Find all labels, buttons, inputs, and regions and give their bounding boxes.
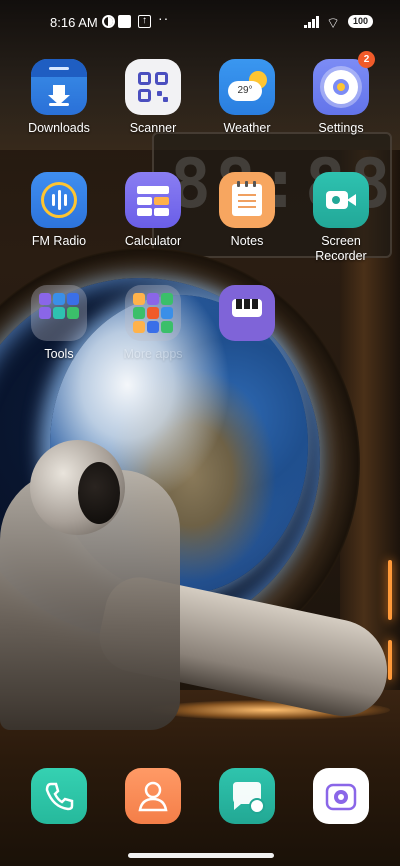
wallpaper-light — [388, 560, 392, 620]
video-camera-icon — [313, 172, 369, 228]
folder-tools[interactable]: Tools — [14, 285, 104, 362]
app-notes[interactable]: Notes — [202, 172, 292, 249]
status-time: 8:16 AM — [50, 15, 98, 30]
app-icon — [219, 285, 275, 341]
app-label: Tools — [44, 347, 74, 361]
camera-icon — [313, 768, 369, 824]
app-label: Scanner — [129, 121, 177, 135]
app-downloads[interactable]: Downloads — [14, 59, 104, 136]
settings-gear-icon: 2 — [313, 51, 375, 115]
app-fm-radio[interactable]: FM Radio — [14, 172, 104, 249]
app-label: Settings — [318, 121, 364, 135]
app-calculator[interactable]: Calculator — [108, 172, 198, 249]
fm-radio-icon — [31, 172, 87, 228]
app-label-line2: Recorder — [315, 249, 367, 263]
app-unlabeled[interactable] — [202, 285, 292, 341]
weather-temperature: 29° — [237, 85, 253, 96]
app-label: FM Radio — [31, 234, 87, 248]
home-indicator[interactable] — [128, 853, 274, 858]
qr-scanner-icon — [125, 59, 181, 115]
downloads-icon — [31, 59, 87, 115]
dock-phone[interactable] — [14, 768, 104, 824]
weather-icon: 29° — [219, 59, 275, 115]
status-bar: 8:16 AM ↑ ·· ⌔ 100 — [0, 0, 400, 44]
upload-icon: ↑ — [138, 15, 151, 28]
dock-contacts[interactable] — [108, 768, 198, 824]
calculator-icon — [125, 172, 181, 228]
battery-icon: 100 — [348, 15, 373, 28]
message-bubble-icon — [219, 768, 275, 824]
app-settings[interactable]: 2 Settings — [296, 51, 386, 136]
wallpaper-light — [388, 640, 392, 680]
app-label: Calculator — [124, 234, 182, 248]
more-notifications-icon: ·· — [158, 10, 170, 26]
folder-more-apps[interactable]: More apps — [108, 285, 198, 362]
do-not-disturb-icon — [102, 15, 115, 28]
dock-camera[interactable] — [296, 768, 386, 824]
contacts-icon — [125, 768, 181, 824]
app-label: More apps — [123, 347, 183, 361]
notification-app-icon — [118, 15, 131, 28]
app-label: Downloads — [28, 121, 90, 135]
app-label: Notes — [230, 234, 264, 248]
app-label: Weather — [223, 121, 271, 135]
app-screen-recorder[interactable]: Screen Recorder — [296, 172, 386, 264]
notes-icon — [219, 172, 275, 228]
wifi-icon: ⌔ — [326, 15, 341, 32]
app-label-line1: Screen — [321, 234, 361, 248]
astronaut-visor — [78, 462, 120, 524]
folder-icon — [31, 285, 87, 341]
app-weather[interactable]: 29° Weather — [202, 59, 292, 136]
phone-icon — [31, 768, 87, 824]
notification-badge: 2 — [358, 51, 375, 68]
app-scanner[interactable]: Scanner — [108, 59, 198, 136]
dock-messages[interactable] — [202, 768, 292, 824]
app-label: Screen Recorder — [296, 234, 386, 264]
folder-icon — [125, 285, 181, 341]
signal-strength-icon — [304, 16, 322, 28]
